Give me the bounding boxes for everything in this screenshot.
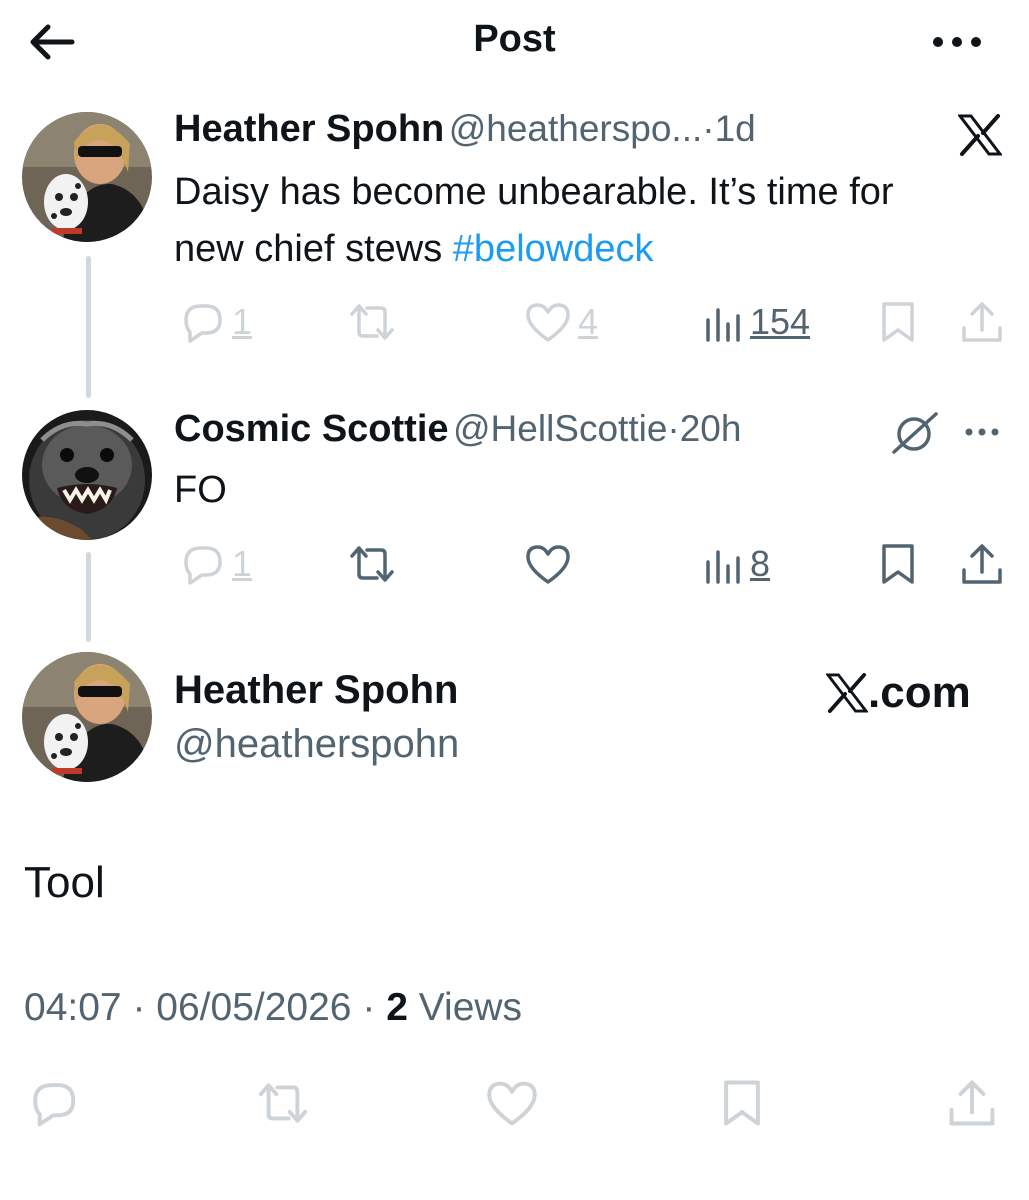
avatar[interactable] <box>22 652 152 782</box>
handle[interactable]: @heatherspohn <box>174 722 459 767</box>
avatar[interactable] <box>22 112 152 242</box>
reply-button[interactable]: 1 <box>176 542 252 586</box>
more-icon <box>933 37 981 47</box>
separator-dot: · <box>667 408 680 449</box>
share-button[interactable] <box>946 1078 998 1128</box>
like-icon <box>526 545 570 584</box>
share-icon <box>962 544 1002 584</box>
reply-icon <box>33 1083 76 1127</box>
bookmark-icon <box>882 302 914 342</box>
display-name[interactable]: Heather Spohn <box>174 668 458 713</box>
thread-line <box>86 552 91 642</box>
separator-dot: · <box>132 986 146 1029</box>
bookmark-button[interactable] <box>718 1078 766 1128</box>
post-text: Tool <box>24 858 105 907</box>
views-count: 2 <box>386 986 408 1029</box>
reply-count: 1 <box>232 301 253 342</box>
handle[interactable]: @heatherspo... <box>449 108 703 149</box>
tweet-header: Heather Spohn @heatherspo...·1d <box>174 108 756 151</box>
reply-button[interactable] <box>24 1078 80 1128</box>
tweet-text: Daisy has become unbearable. It’s time f… <box>174 171 894 213</box>
display-name[interactable]: Cosmic Scottie <box>174 408 449 450</box>
reply-count: 1 <box>232 543 253 584</box>
top-bar: Post <box>0 0 1029 84</box>
retweet-icon <box>350 546 394 582</box>
like-icon <box>526 303 570 342</box>
hashtag-link[interactable]: #belowdeck <box>453 228 654 270</box>
post-time[interactable]: 04:07 <box>24 986 122 1029</box>
share-icon <box>949 1080 995 1126</box>
bookmark-icon <box>724 1080 760 1126</box>
thread-line <box>86 256 91 398</box>
share-button[interactable] <box>960 542 1004 586</box>
share-icon <box>962 302 1002 342</box>
tweet-text-line2: new chief stews #belowdeck <box>174 221 653 278</box>
avatar[interactable] <box>22 410 152 540</box>
views-count: 154 <box>750 301 811 342</box>
like-button[interactable]: 4 <box>524 300 598 344</box>
x-logo-icon <box>956 114 1004 161</box>
post-page: Post Heather Spohn @heatherspo...·1d Dai… <box>0 0 1029 1200</box>
views-icon <box>706 550 740 584</box>
like-count: 4 <box>578 301 599 342</box>
handle[interactable]: @HellScottie <box>453 408 667 449</box>
timestamp[interactable]: 20h <box>680 408 742 449</box>
avatar-photo <box>22 112 152 242</box>
tweet-more-button[interactable] <box>962 418 1002 451</box>
more-icon <box>965 428 999 436</box>
more-button[interactable] <box>928 24 988 60</box>
separator-dot: · <box>702 108 715 149</box>
display-name[interactable]: Heather Spohn <box>174 108 444 150</box>
grok-icon[interactable] <box>890 410 940 461</box>
tweet-header: Cosmic Scottie @HellScottie·20h <box>174 408 741 451</box>
retweet-button[interactable] <box>344 542 400 586</box>
tweet-text: FO <box>174 469 227 511</box>
reply-icon <box>184 546 222 585</box>
views-icon <box>706 308 740 342</box>
like-button[interactable] <box>524 542 572 586</box>
retweet-icon <box>258 1083 308 1123</box>
reply-button[interactable]: 1 <box>176 300 252 344</box>
retweet-button[interactable] <box>344 300 400 344</box>
page-title: Post <box>473 18 556 60</box>
post-date[interactable]: 06/05/2026 <box>156 986 351 1029</box>
share-button[interactable] <box>960 300 1004 344</box>
brand-text: .com <box>868 668 971 717</box>
retweet-button[interactable] <box>252 1078 314 1128</box>
bookmark-button[interactable] <box>878 300 918 344</box>
timestamp[interactable]: 1d <box>715 108 756 149</box>
separator-dot: · <box>362 986 376 1029</box>
like-icon <box>487 1081 537 1126</box>
views-button[interactable]: 8 <box>704 542 770 586</box>
views-count: 8 <box>750 543 771 584</box>
like-button[interactable] <box>484 1078 540 1128</box>
x-logo-icon <box>826 673 868 713</box>
post-meta: 04:07 · 06/05/2026 · 2 Views <box>24 986 522 1030</box>
reply-icon <box>184 304 222 343</box>
views-button[interactable]: 154 <box>704 300 810 344</box>
avatar-photo <box>22 410 152 540</box>
retweet-icon <box>350 304 394 340</box>
x-com-brand: .com <box>826 668 971 718</box>
views-label: Views <box>418 986 523 1029</box>
tweet-text-part: new chief stews <box>174 228 453 270</box>
bookmark-button[interactable] <box>878 542 918 586</box>
bookmark-icon <box>882 544 914 584</box>
avatar-photo <box>22 652 152 782</box>
